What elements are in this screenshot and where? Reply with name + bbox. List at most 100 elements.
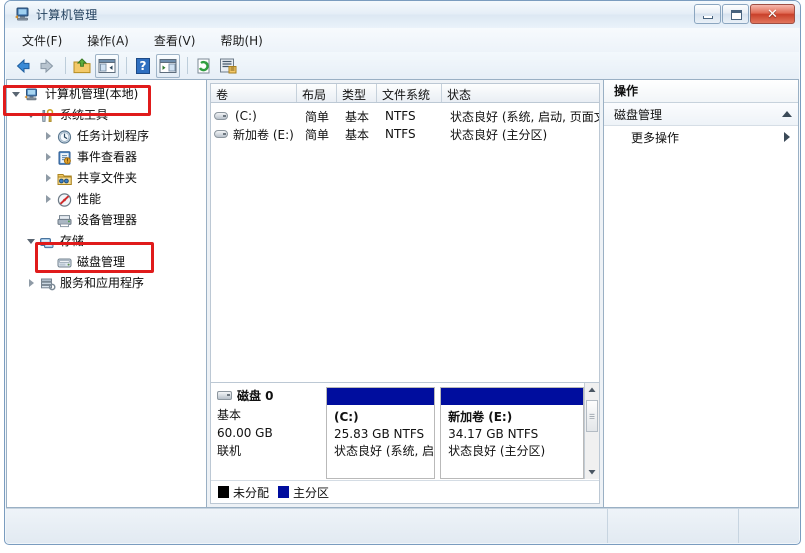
window-controls: ✕ (694, 4, 795, 25)
close-icon: ✕ (751, 5, 794, 23)
disk-name: 磁盘 0 (237, 387, 274, 405)
maximize-icon (731, 10, 742, 20)
column-header-type[interactable]: 类型 (337, 84, 377, 102)
cell-status: 状态良好 (主分区) (445, 126, 599, 143)
volume-icon (214, 129, 229, 140)
menu-action[interactable]: 操作(A) (84, 30, 132, 51)
performance-icon (56, 192, 73, 208)
column-header-layout[interactable]: 布局 (297, 84, 337, 102)
chevron-right-icon[interactable] (784, 132, 790, 142)
tree-item-label: 性能 (77, 189, 101, 210)
disk-icon (217, 390, 233, 402)
column-header-status[interactable]: 状态 (442, 84, 599, 102)
tree-item-storage[interactable]: 存储 (7, 231, 206, 252)
partition-size: 25.83 GB NTFS (334, 426, 434, 443)
partition-color-band (327, 388, 434, 405)
legend-label-primary: 主分区 (293, 484, 329, 501)
cell-filesystem: NTFS (380, 127, 445, 141)
menu-help[interactable]: 帮助(H) (217, 30, 265, 51)
computer-management-window: 计算机管理 ✕ 文件(F) 操作(A) 查看(V) 帮助(H) (4, 0, 801, 545)
twisty-expanded-icon[interactable] (11, 89, 22, 100)
maximize-button[interactable] (722, 4, 749, 24)
disk-view-vscrollbar[interactable] (584, 383, 599, 479)
twisty-collapsed-icon[interactable] (43, 131, 54, 142)
partition-bar: (C:) 25.83 GB NTFS 状态良好 (系统, 启动, 新加卷 (E:… (322, 387, 584, 479)
partition-color-band (441, 388, 583, 405)
window-title: 计算机管理 (36, 6, 98, 23)
shared-folder-icon (56, 171, 73, 187)
toolbar-separator (187, 57, 188, 74)
column-header-volume[interactable]: 卷 (211, 84, 297, 102)
back-arrow-icon[interactable] (12, 55, 34, 77)
tree-item-disk-management[interactable]: 磁盘管理 (7, 252, 206, 273)
refresh-icon[interactable] (193, 55, 215, 77)
action-more-actions[interactable]: 更多操作 (604, 126, 798, 148)
disk-status: 联机 (217, 442, 322, 460)
tree-item-performance[interactable]: 性能 (7, 189, 206, 210)
menu-view[interactable]: 查看(V) (151, 30, 199, 51)
tree-item-task-scheduler[interactable]: 任务计划程序 (7, 126, 206, 147)
disk-size: 60.00 GB (217, 424, 322, 442)
status-cell-second (608, 509, 739, 543)
partition-c[interactable]: (C:) 25.83 GB NTFS 状态良好 (系统, 启动, (326, 387, 435, 479)
cell-volume-name: (C:) (232, 109, 300, 123)
partition-status: 状态良好 (系统, 启动, (334, 443, 434, 460)
disk-info[interactable]: 磁盘 0 基本 60.00 GB 联机 (217, 387, 322, 479)
export-list-icon[interactable] (217, 55, 239, 77)
disk-row: 磁盘 0 基本 60.00 GB 联机 (C:) 25.83 GB NTFS (211, 383, 584, 479)
menu-bar: 文件(F) 操作(A) 查看(V) 帮助(H) (6, 28, 799, 53)
show-action-pane-icon[interactable] (156, 54, 180, 78)
minimize-button[interactable] (694, 4, 721, 24)
show-hide-console-tree-icon[interactable] (95, 54, 119, 78)
partition-details: (C:) 25.83 GB NTFS 状态良好 (系统, 启动, (327, 405, 434, 460)
scroll-down-arrow-icon[interactable] (585, 464, 599, 479)
tree-item-system-tools[interactable]: 系统工具 (7, 105, 206, 126)
cell-status: 状态良好 (系统, 启动, 页面文件, 活动 (445, 108, 599, 125)
scroll-up-arrow-icon[interactable] (585, 383, 599, 398)
twisty-collapsed-icon[interactable] (26, 278, 37, 289)
clock-icon (56, 129, 73, 145)
title-bar: 计算机管理 ✕ (5, 1, 800, 28)
disk-title: 磁盘 0 (217, 387, 322, 405)
close-button[interactable]: ✕ (750, 4, 795, 24)
tree-item-shared-folders[interactable]: 共享文件夹 (7, 168, 206, 189)
partition-status: 状态良好 (主分区) (448, 443, 583, 460)
tree-item-label: 服务和应用程序 (60, 273, 144, 294)
disk-management-icon (56, 255, 73, 271)
twisty-expanded-icon[interactable] (26, 110, 37, 121)
action-item-label: 更多操作 (631, 129, 679, 146)
tree-item-event-viewer[interactable]: ! 事件查看器 (7, 147, 206, 168)
forward-arrow-icon[interactable] (36, 55, 58, 77)
tree-item-label: 任务计划程序 (77, 126, 149, 147)
toolbar: ? (6, 52, 799, 80)
storage-icon (39, 234, 56, 250)
chevron-up-icon[interactable] (782, 111, 792, 117)
status-bar (6, 508, 799, 543)
tree-item-computer-management[interactable]: 计算机管理(本地) (7, 84, 206, 105)
twisty-collapsed-icon[interactable] (43, 194, 54, 205)
tree-item-label: 系统工具 (60, 105, 108, 126)
twisty-collapsed-icon[interactable] (43, 152, 54, 163)
actions-pane: 操作 磁盘管理 更多操作 (603, 79, 799, 508)
help-icon[interactable]: ? (132, 55, 154, 77)
computer-icon (24, 87, 41, 103)
twisty-collapsed-icon[interactable] (43, 173, 54, 184)
device-manager-icon (56, 213, 73, 229)
column-header-filesystem[interactable]: 文件系统 (377, 84, 442, 102)
disk-type: 基本 (217, 406, 322, 424)
twisty-expanded-icon[interactable] (26, 236, 37, 247)
event-log-icon: ! (56, 150, 73, 166)
actions-section-disk-management[interactable]: 磁盘管理 (604, 103, 798, 126)
tree-item-services-and-applications[interactable]: 服务和应用程序 (7, 273, 206, 294)
tree-item-label: 设备管理器 (77, 210, 137, 231)
vscrollbar-thumb[interactable] (586, 400, 598, 432)
table-row[interactable]: (C:) 简单 基本 NTFS 状态良好 (系统, 启动, 页面文件, 活动 (211, 107, 599, 125)
status-cell-third (739, 509, 799, 543)
up-folder-icon[interactable] (71, 55, 93, 77)
status-cell-main (6, 509, 608, 543)
cell-volume-name: 新加卷 (E:) (232, 126, 300, 143)
tree-item-device-manager[interactable]: 设备管理器 (7, 210, 206, 231)
menu-file[interactable]: 文件(F) (19, 30, 65, 51)
table-row[interactable]: 新加卷 (E:) 简单 基本 NTFS 状态良好 (主分区) (211, 125, 599, 143)
partition-e[interactable]: 新加卷 (E:) 34.17 GB NTFS 状态良好 (主分区) (440, 387, 584, 479)
